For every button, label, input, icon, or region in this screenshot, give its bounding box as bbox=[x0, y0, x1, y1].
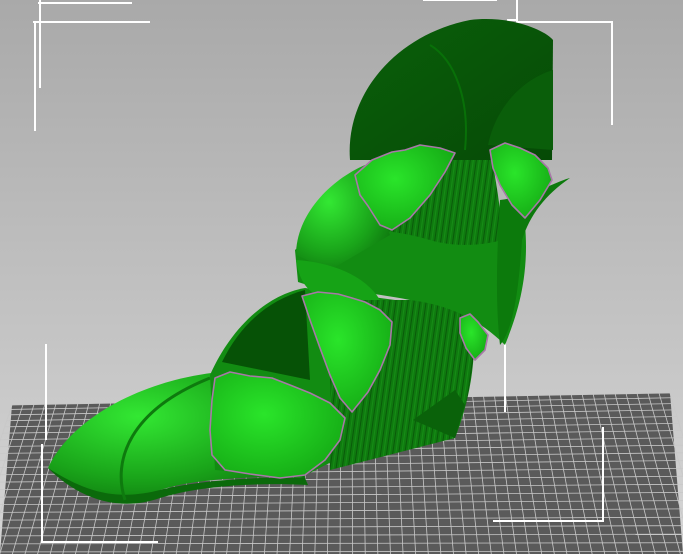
3d-viewport[interactable] bbox=[0, 0, 683, 554]
3d-scene[interactable] bbox=[0, 0, 683, 554]
